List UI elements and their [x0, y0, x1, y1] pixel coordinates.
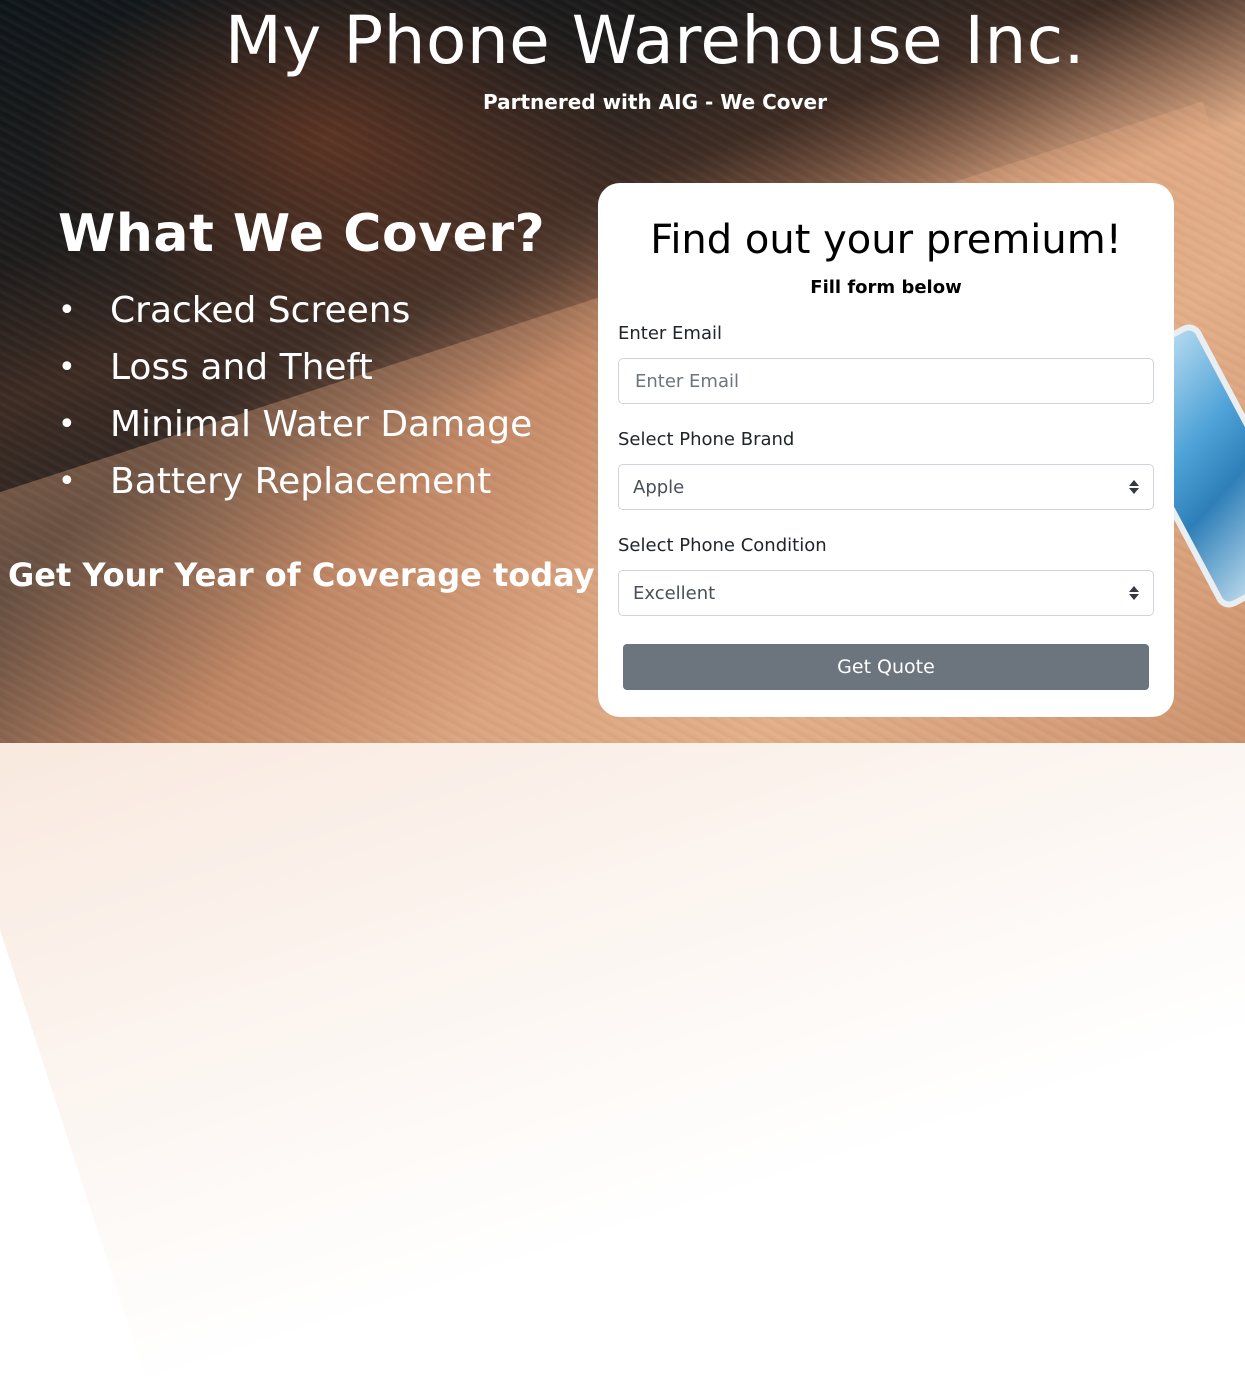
- coverage-item: • Loss and Theft: [58, 339, 532, 396]
- email-field-wrapper: [618, 358, 1154, 404]
- select-arrows-icon: [1129, 586, 1139, 600]
- bullet-icon: •: [58, 292, 76, 328]
- site-subtitle: Partnered with AIG - We Cover: [483, 90, 827, 114]
- condition-label: Select Phone Condition: [618, 535, 827, 556]
- site-title: My Phone Warehouse Inc.: [224, 2, 1086, 79]
- quote-form-card: Find out your premium! Fill form below E…: [598, 183, 1174, 717]
- email-label: Enter Email: [618, 323, 722, 344]
- coverage-cta: Get Your Year of Coverage today ✓: [8, 556, 633, 594]
- form-subtitle: Fill form below: [810, 277, 962, 298]
- coverage-item: • Minimal Water Damage: [58, 396, 532, 453]
- brand-selected-value: Apple: [633, 476, 685, 498]
- coverage-item: • Battery Replacement: [58, 453, 532, 510]
- coverage-item-label: Loss and Theft: [110, 346, 373, 388]
- coverage-title: What We Cover?: [58, 204, 546, 264]
- bullet-icon: •: [58, 463, 76, 499]
- coverage-item-label: Battery Replacement: [110, 460, 492, 502]
- get-quote-button[interactable]: Get Quote: [623, 644, 1149, 690]
- coverage-item: • Cracked Screens: [58, 282, 532, 339]
- coverage-list: • Cracked Screens • Loss and Theft • Minima…: [58, 282, 532, 510]
- form-title: Find out your premium!: [650, 217, 1122, 263]
- email-input[interactable]: [633, 369, 1139, 393]
- condition-select[interactable]: Excellent: [618, 570, 1154, 616]
- bullet-icon: •: [58, 349, 76, 385]
- condition-selected-value: Excellent: [633, 582, 716, 604]
- coverage-item-label: Minimal Water Damage: [110, 403, 533, 445]
- brand-label: Select Phone Brand: [618, 429, 795, 450]
- brand-select[interactable]: Apple: [618, 464, 1154, 510]
- select-arrows-icon: [1129, 480, 1139, 494]
- bullet-icon: •: [58, 406, 76, 442]
- coverage-item-label: Cracked Screens: [110, 289, 411, 331]
